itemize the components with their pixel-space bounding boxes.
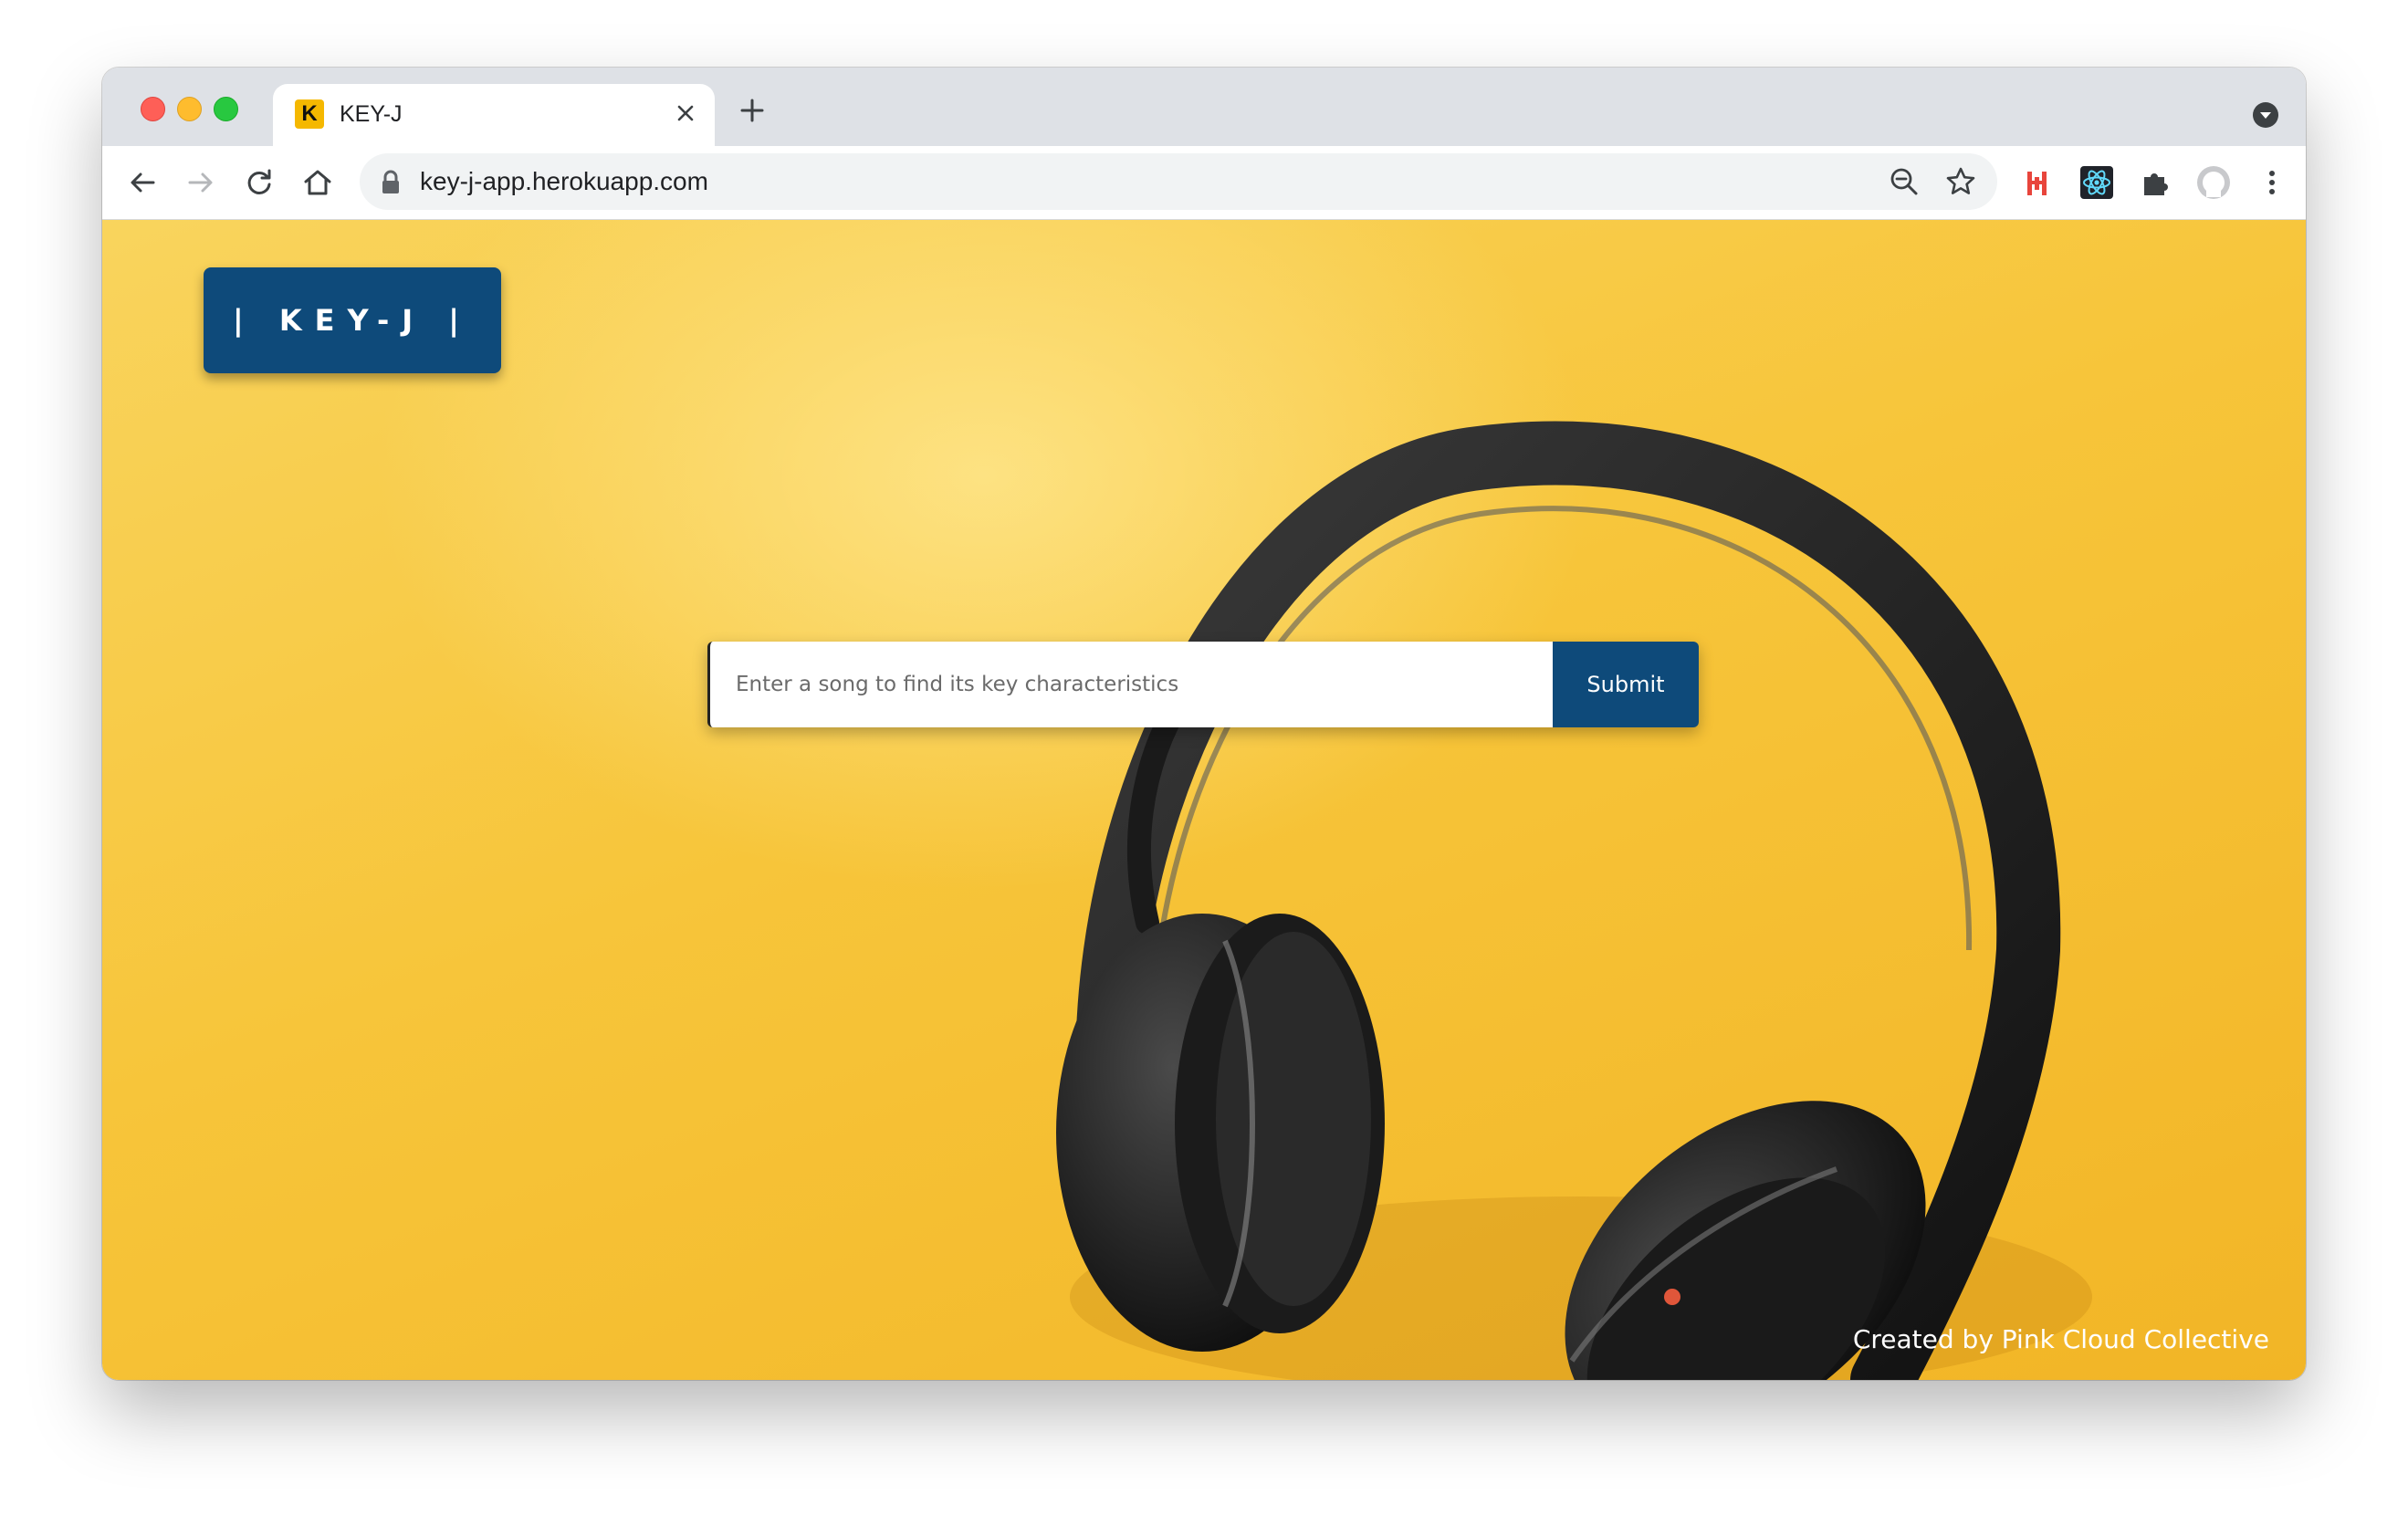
profile-avatar-icon[interactable] xyxy=(2195,164,2232,201)
back-arrow-icon[interactable] xyxy=(124,164,161,201)
close-tab-icon[interactable] xyxy=(669,97,702,130)
logo-button[interactable]: | KEY-J | xyxy=(204,267,501,373)
lock-icon[interactable] xyxy=(380,170,402,195)
browser-toolbar: key-j-app.herokuapp.com xyxy=(102,146,2306,220)
browser-window: K KEY-J key-j-app.herokuapp.com | KEY-J … xyxy=(102,68,2306,1380)
window-minimize-button[interactable] xyxy=(177,97,202,121)
extensions-puzzle-icon[interactable] xyxy=(2137,164,2173,201)
more-menu-icon[interactable] xyxy=(2254,164,2290,201)
song-search-input[interactable] xyxy=(707,642,1553,727)
tab-strip: K KEY-J xyxy=(102,68,2306,148)
home-icon[interactable] xyxy=(299,164,336,201)
tab-search-icon[interactable] xyxy=(2251,100,2280,130)
page-content: | KEY-J | Submit Created by Pink Cloud C… xyxy=(102,220,2306,1380)
extension-bars-icon[interactable] xyxy=(2020,164,2057,201)
zoom-out-icon[interactable] xyxy=(1888,165,1921,198)
window-maximize-button[interactable] xyxy=(214,97,238,121)
favicon-icon: K xyxy=(295,99,324,129)
url-text[interactable]: key-j-app.herokuapp.com xyxy=(420,153,708,210)
footer-credit: Created by Pink Cloud Collective xyxy=(1852,1324,2269,1354)
song-search-form: Submit xyxy=(707,642,1699,727)
address-bar[interactable]: key-j-app.herokuapp.com xyxy=(360,153,1997,210)
forward-arrow-icon[interactable] xyxy=(183,164,219,201)
react-devtools-icon[interactable] xyxy=(2078,164,2115,201)
bookmark-star-icon[interactable] xyxy=(1944,165,1977,198)
tab-title: KEY-J xyxy=(340,101,403,127)
active-tab[interactable]: K KEY-J xyxy=(273,84,715,148)
window-close-button[interactable] xyxy=(141,97,165,121)
new-tab-icon[interactable] xyxy=(736,94,769,127)
reload-icon[interactable] xyxy=(241,164,277,201)
headphones-background-image xyxy=(1056,421,2092,1380)
submit-button[interactable]: Submit xyxy=(1553,642,1699,727)
